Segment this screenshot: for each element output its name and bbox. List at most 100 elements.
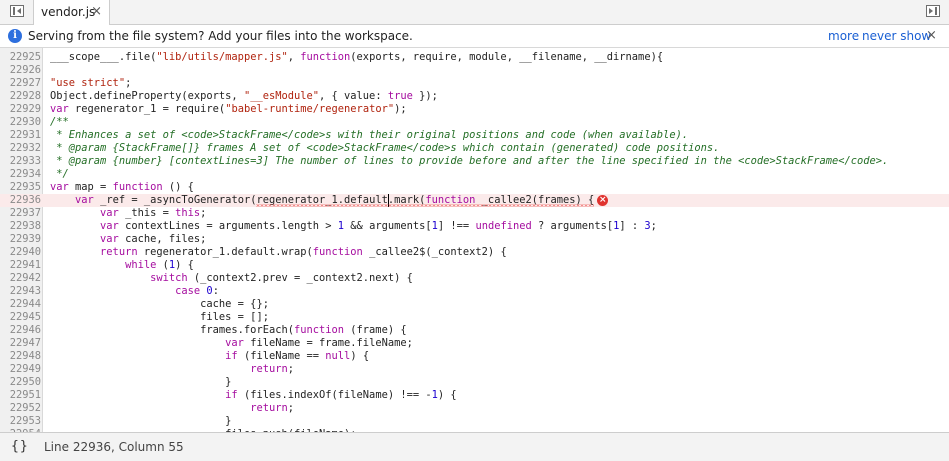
status-bar: {} Line 22936, Column 55: [0, 432, 949, 461]
code-line[interactable]: 22939 var cache, files;: [0, 233, 949, 246]
code-line[interactable]: 22937 var _this = this;: [0, 207, 949, 220]
line-number[interactable]: 22928: [0, 90, 41, 103]
line-number[interactable]: 22943: [0, 285, 41, 298]
line-code: var regenerator_1 = require("babel-runti…: [50, 103, 407, 115]
line-code: var cache, files;: [100, 233, 207, 245]
code-line[interactable]: 22945 files = [];: [0, 311, 949, 324]
close-infobar-icon[interactable]: ×: [926, 28, 937, 43]
line-number[interactable]: 22947: [0, 337, 41, 350]
line-code: ___scope___.file("lib/utils/mapper.js", …: [50, 51, 664, 63]
line-code: * @param {number} [contextLines=3] The n…: [50, 155, 889, 167]
line-number[interactable]: 22945: [0, 311, 41, 324]
line-number[interactable]: 22939: [0, 233, 41, 246]
cursor-position: Line 22936, Column 55: [44, 440, 184, 454]
code-line[interactable]: 22940 return regenerator_1.default.wrap(…: [0, 246, 949, 259]
line-number[interactable]: 22925: [0, 51, 41, 64]
workspace-infobar: i Serving from the file system? Add your…: [0, 25, 949, 48]
code-line[interactable]: 22932 * @param {StackFrame[]} frames A s…: [0, 142, 949, 155]
editor-tab-bar: vendor.js ×: [0, 0, 949, 25]
line-code: var _this = this;: [100, 207, 207, 219]
code-line[interactable]: 22930 /**: [0, 116, 949, 129]
line-code: return;: [250, 402, 294, 414]
line-code: * Enhances a set of <code>StackFrame</co…: [50, 129, 689, 141]
code-line[interactable]: 22941 while (1) {: [0, 259, 949, 272]
code-line[interactable]: 22926: [0, 64, 949, 77]
sidebar-toggle-icon[interactable]: [926, 5, 940, 17]
info-icon: i: [8, 29, 22, 43]
line-number[interactable]: 22951: [0, 389, 41, 402]
line-number[interactable]: 22937: [0, 207, 41, 220]
code-line[interactable]: 22927 "use strict";: [0, 77, 949, 90]
line-number[interactable]: 22927: [0, 77, 41, 90]
line-code: "use strict";: [50, 77, 132, 89]
code-line[interactable]: 22943 case 0:: [0, 285, 949, 298]
code-line[interactable]: 22925 ___scope___.file("lib/utils/mapper.…: [0, 51, 949, 64]
line-code: var fileName = frame.fileName;: [225, 337, 413, 349]
line-code: * @param {StackFrame[]} frames A set of …: [50, 142, 720, 154]
line-number[interactable]: 22933: [0, 155, 41, 168]
code-line[interactable]: 22952 return;: [0, 402, 949, 415]
line-number[interactable]: 22944: [0, 298, 41, 311]
line-code: }: [50, 376, 232, 388]
code-line[interactable]: 22938 var contextLines = arguments.lengt…: [0, 220, 949, 233]
line-number[interactable]: 22952: [0, 402, 41, 415]
line-number[interactable]: 22929: [0, 103, 41, 116]
line-number[interactable]: 22948: [0, 350, 41, 363]
line-number[interactable]: 22926: [0, 64, 41, 77]
line-number[interactable]: 22946: [0, 324, 41, 337]
code-line[interactable]: 22942 switch (_context2.prev = _context2…: [0, 272, 949, 285]
line-code: if (fileName == null) {: [225, 350, 370, 362]
infobar-message: Serving from the file system? Add your f…: [28, 29, 413, 43]
line-number[interactable]: 22931: [0, 129, 41, 142]
line-number[interactable]: 22941: [0, 259, 41, 272]
code-line[interactable]: 22944 cache = {};: [0, 298, 949, 311]
line-number[interactable]: 22936: [0, 194, 41, 207]
line-number[interactable]: 22932: [0, 142, 41, 155]
line-code: return;: [250, 363, 294, 375]
code-line[interactable]: 22933 * @param {number} [contextLines=3]…: [0, 155, 949, 168]
tab-label: vendor.js: [41, 5, 96, 19]
line-code: var contextLines = arguments.length > 1 …: [100, 220, 657, 232]
line-code: return regenerator_1.default.wrap(functi…: [100, 246, 507, 258]
never-show-link[interactable]: never show: [862, 29, 931, 43]
code-line[interactable]: 22928 Object.defineProperty(exports, "__e…: [0, 90, 949, 103]
line-code: frames.forEach(function (frame) {: [50, 324, 407, 336]
pretty-print-icon[interactable]: {}: [11, 439, 29, 454]
line-number[interactable]: 22950: [0, 376, 41, 389]
line-number[interactable]: 22940: [0, 246, 41, 259]
error-icon[interactable]: ×: [597, 195, 609, 206]
code-line[interactable]: 22931 * Enhances a set of <code>StackFra…: [0, 129, 949, 142]
code-line[interactable]: 22929 var regenerator_1 = require("babel-…: [0, 103, 949, 116]
line-number[interactable]: 22934: [0, 168, 41, 181]
line-number[interactable]: 22953: [0, 415, 41, 428]
code-line[interactable]: 22948 if (fileName == null) {: [0, 350, 949, 363]
code-line[interactable]: 22953 }: [0, 415, 949, 428]
line-number[interactable]: 22935: [0, 181, 41, 194]
line-code: case 0:: [175, 285, 219, 297]
line-code: if (files.indexOf(fileName) !== -1) {: [225, 389, 457, 401]
line-code: files = [];: [50, 311, 269, 323]
line-code: while (1) {: [125, 259, 194, 271]
code-line[interactable]: 22951 if (files.indexOf(fileName) !== -1…: [0, 389, 949, 402]
code-line[interactable]: 22936 var _ref = _asyncToGenerator(regen…: [0, 194, 949, 207]
code-line[interactable]: 22935 var map = function () {: [0, 181, 949, 194]
code-line[interactable]: 22950 }: [0, 376, 949, 389]
navigator-toggle-icon[interactable]: [10, 5, 24, 17]
line-code: cache = {};: [50, 298, 269, 310]
line-number[interactable]: 22930: [0, 116, 41, 129]
close-tab-icon[interactable]: ×: [91, 4, 102, 19]
code-line[interactable]: 22949 return;: [0, 363, 949, 376]
code-line[interactable]: 22946 frames.forEach(function (frame) {: [0, 324, 949, 337]
code-line[interactable]: 22934 */: [0, 168, 949, 181]
tab-vendor-js[interactable]: vendor.js ×: [33, 0, 110, 25]
line-code: var map = function () {: [50, 181, 194, 193]
line-number[interactable]: 22949: [0, 363, 41, 376]
code-editor[interactable]: 22925 ___scope___.file("lib/utils/mapper.…: [0, 48, 949, 432]
more-link[interactable]: more: [828, 29, 859, 43]
line-number[interactable]: 22938: [0, 220, 41, 233]
line-number[interactable]: 22942: [0, 272, 41, 285]
line-code: }: [50, 415, 232, 427]
code-line[interactable]: 22947 var fileName = frame.fileName;: [0, 337, 949, 350]
line-code: */: [50, 168, 69, 180]
line-code: Object.defineProperty(exports, "__esModu…: [50, 90, 438, 102]
